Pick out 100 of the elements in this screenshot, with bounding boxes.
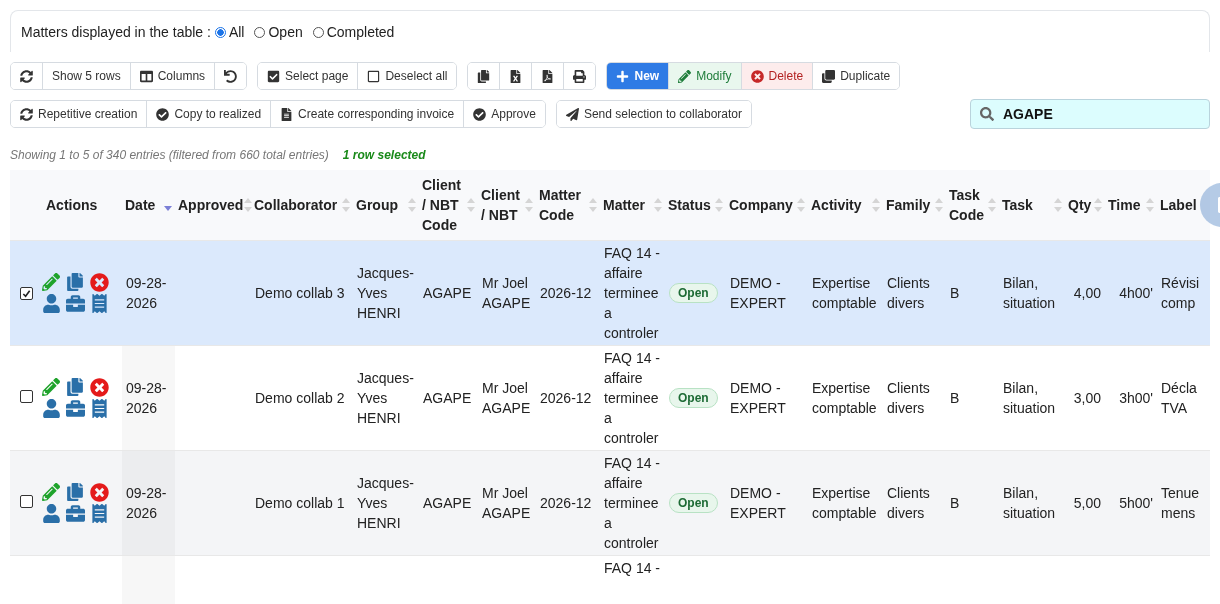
- table-cell: Expertise comptable: [808, 345, 883, 450]
- table-cell: Clients divers: [883, 345, 946, 450]
- refresh-icon: [20, 107, 33, 121]
- row-checkbox[interactable]: [20, 494, 33, 508]
- empty-box-icon: [367, 69, 381, 83]
- search-icon: [980, 107, 994, 121]
- close-icon[interactable]: [90, 482, 109, 502]
- pencil-icon[interactable]: [42, 482, 60, 501]
- toolbar-button[interactable]: Send selection to collaborator: [556, 101, 751, 127]
- column-header[interactable]: Group: [356, 194, 398, 215]
- table-cell: B: [946, 450, 999, 555]
- filter-label: Matters displayed in the table :: [21, 24, 211, 40]
- print-icon: [573, 69, 587, 83]
- receipt-icon[interactable]: [90, 398, 109, 418]
- table-cell: Demo collab 2: [251, 345, 353, 450]
- table-cell: FAQ 14 - affaire terminee a controler: [600, 345, 665, 450]
- column-header: Label: [1160, 195, 1197, 215]
- copy-icon[interactable]: [66, 272, 84, 291]
- table-cell: Mr Joel AGAPE: [478, 240, 536, 345]
- column-header[interactable]: Status: [668, 194, 711, 215]
- table-cell: AGAPE: [419, 450, 478, 555]
- column-header[interactable]: Task Code: [949, 184, 987, 225]
- toolbar-button[interactable]: Approve: [463, 101, 545, 127]
- column-header[interactable]: Qty: [1068, 194, 1092, 215]
- toolbar-button[interactable]: Delete: [740, 63, 813, 89]
- table-cell: DEMO - EXPERT: [726, 450, 808, 555]
- column-header[interactable]: Family: [886, 194, 931, 215]
- paper-plane-icon: [565, 107, 579, 121]
- user-icon[interactable]: [42, 503, 61, 523]
- column-header[interactable]: Client / NBT Code: [422, 174, 466, 235]
- receipt-icon[interactable]: [90, 503, 109, 523]
- copy-icon[interactable]: [66, 482, 84, 501]
- column-header[interactable]: Approved: [178, 194, 244, 215]
- table-cell: Mr Joel AGAPE: [478, 450, 536, 555]
- undo-button[interactable]: [214, 63, 247, 89]
- table-cell: Expertise comptable: [808, 450, 883, 555]
- status-badge: Open: [669, 493, 718, 513]
- row-checkbox[interactable]: [20, 389, 33, 403]
- user-icon[interactable]: [42, 293, 61, 313]
- column-header: Actions: [46, 195, 98, 215]
- column-header[interactable]: Matter Code: [539, 184, 588, 225]
- table-cell: Expertise comptable: [808, 240, 883, 345]
- column-header[interactable]: Client / NBT: [481, 184, 524, 225]
- briefcase-icon[interactable]: [66, 398, 85, 418]
- table-row[interactable]: [10, 450, 1210, 555]
- duplicate-icon: [822, 69, 836, 83]
- table-cell: DEMO - EXPERT: [726, 240, 808, 345]
- table-cell: Demo collab 1: [251, 450, 353, 555]
- search-field[interactable]: AGAPE: [970, 99, 1210, 129]
- table-cell: Décla TVA: [1157, 345, 1210, 450]
- status-badge: Open: [669, 388, 718, 408]
- table-cell: DEMO - EXPERT: [726, 345, 808, 450]
- table-cell: 4h00': [1105, 240, 1157, 345]
- plus-icon: [616, 69, 630, 83]
- close-icon[interactable]: [90, 272, 109, 292]
- radio-label[interactable]: All: [228, 24, 245, 40]
- table-cell: 5h00': [1105, 450, 1157, 555]
- column-header[interactable]: Collaborator: [254, 194, 338, 215]
- close-icon[interactable]: [90, 377, 109, 397]
- toolbar-button[interactable]: Duplicate: [812, 63, 900, 89]
- table-cell: FAQ 14 - affaire terminee a controler: [600, 240, 665, 345]
- toolbar-button[interactable]: Modify: [668, 63, 741, 89]
- toolbar-button[interactable]: Deselect all: [357, 63, 457, 89]
- table-cell: 2026-12: [536, 450, 600, 555]
- toolbar-button[interactable]: New: [607, 63, 669, 89]
- table-cell: B: [946, 240, 999, 345]
- table-cell: 2026-12: [536, 240, 600, 345]
- row-checkbox[interactable]: [20, 286, 33, 300]
- pencil-icon[interactable]: [42, 272, 60, 291]
- table-cell: 3,00: [1065, 345, 1105, 450]
- column-header[interactable]: Activity: [811, 194, 862, 215]
- selection-info: 1 row selected: [342, 148, 426, 162]
- table-cell: Bilan, situation: [999, 240, 1065, 345]
- pencil-icon[interactable]: [42, 377, 60, 396]
- column-header[interactable]: Time: [1108, 194, 1141, 215]
- print-button[interactable]: [563, 63, 596, 89]
- table-cell: FAQ 14 -: [600, 555, 665, 604]
- table-cell: 09-28-2026: [122, 345, 175, 450]
- entries-info: Showing 1 to 5 of 340 entries (filtered from 660 total entries): [10, 148, 329, 162]
- copy-icon[interactable]: [66, 377, 84, 396]
- radio-label[interactable]: Completed: [326, 24, 395, 40]
- column-header[interactable]: Company: [729, 194, 793, 215]
- table-cell: Révisi comp: [1157, 240, 1210, 345]
- column-header[interactable]: Task: [1002, 194, 1033, 215]
- status-badge: Open: [669, 283, 718, 303]
- briefcase-icon[interactable]: [66, 293, 85, 313]
- radio-button[interactable]: [214, 26, 226, 38]
- table-cell: Demo collab 3: [251, 240, 353, 345]
- briefcase-icon[interactable]: [66, 503, 85, 523]
- radio-button[interactable]: [254, 26, 266, 38]
- column-header[interactable]: Date: [125, 194, 156, 215]
- excel-file-icon: [509, 69, 523, 83]
- receipt-icon[interactable]: [90, 293, 109, 313]
- user-icon[interactable]: [42, 398, 61, 418]
- table-cell: Tenue mens: [1157, 450, 1210, 555]
- radio-button[interactable]: [312, 26, 324, 38]
- column-header[interactable]: Matter: [603, 194, 645, 215]
- table-cell: Clients divers: [883, 240, 946, 345]
- radio-label[interactable]: Open: [268, 24, 303, 40]
- document-icon: [280, 107, 294, 121]
